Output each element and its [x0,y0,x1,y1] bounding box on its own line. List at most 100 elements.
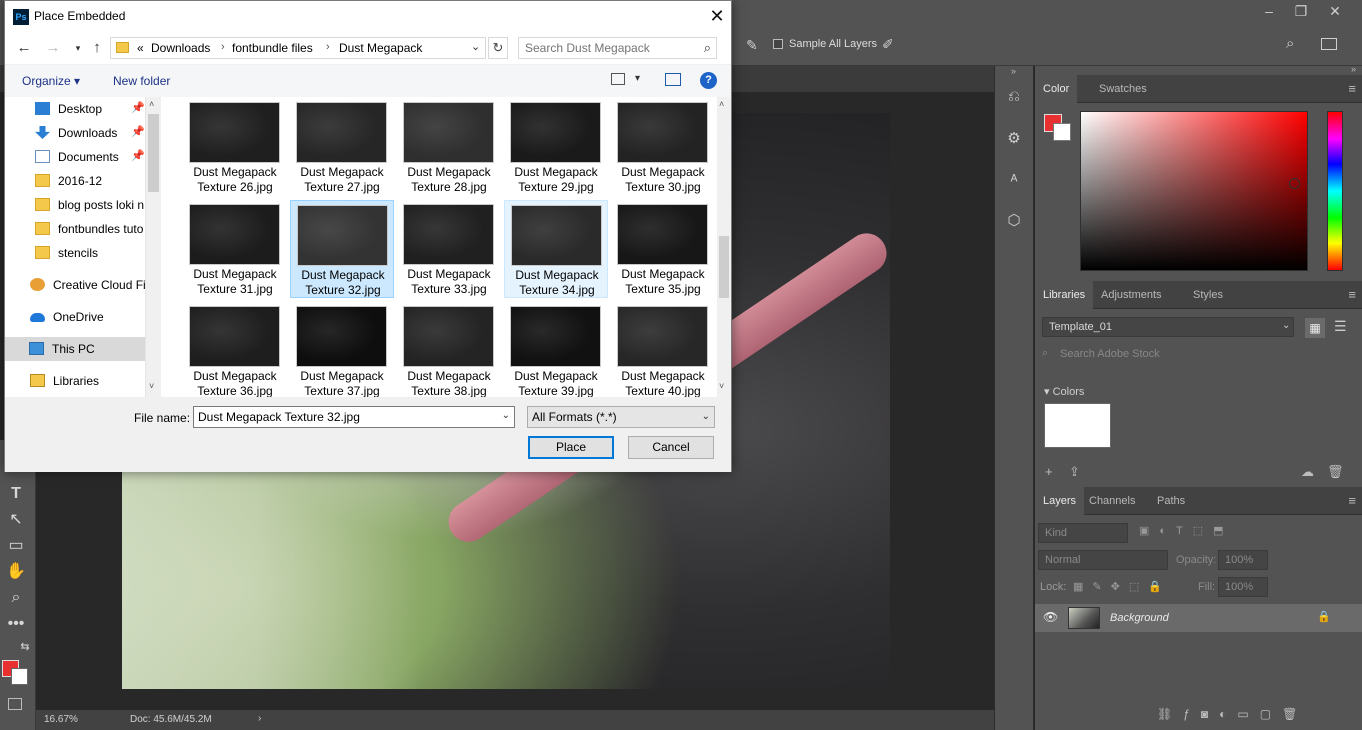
file-type-select[interactable]: All Formats (*.*) ⌄ [527,406,715,428]
swap-colors-icon[interactable]: ⇆ [14,636,36,658]
nav-item[interactable]: 2016-12 [5,169,145,193]
nav-item[interactable]: This PC [5,337,145,361]
file-item[interactable]: Dust Megapack Texture 26.jpg [183,98,287,196]
type-tool-icon[interactable]: T [5,483,27,505]
file-item[interactable]: Dust Megapack Texture 36.jpg [183,302,287,397]
preview-pane-icon[interactable] [665,73,681,86]
layer-actions-icons[interactable]: ⛓ƒ◙◐▭▢🗑 [1157,707,1308,721]
file-item[interactable]: Dust Megapack Texture 37.jpg [290,302,394,397]
sample-all-layers-checkbox[interactable] [773,39,783,49]
back-icon[interactable]: ← [13,38,35,58]
layer-filter-icons[interactable]: ▣◐T⬚⬒ [1139,524,1234,537]
breadcrumb-dust-megapack[interactable]: Dust Megapack [339,41,422,55]
tab-color[interactable]: Color [1035,75,1078,103]
status-chevron-icon[interactable]: › [258,713,261,724]
file-item[interactable]: Dust Megapack Texture 38.jpg [397,302,501,397]
layer-kind-filter[interactable]: Kind [1038,523,1128,543]
new-folder-button[interactable]: New folder [113,74,170,88]
scroll-up-icon[interactable]: ˄ [149,99,154,109]
breadcrumb-separator[interactable]: › [221,41,225,53]
tab-channels[interactable]: Channels [1081,487,1143,515]
file-item[interactable]: Dust Megapack Texture 35.jpg [611,200,715,298]
upload-icon[interactable]: ⇪ [1069,464,1080,480]
breadcrumb-separator[interactable]: › [326,41,330,53]
breadcrumb-downloads[interactable]: Downloads [151,41,210,55]
place-button[interactable]: Place [528,436,614,459]
nav-item[interactable]: Downloads 📌 [5,121,145,145]
file-item[interactable]: Dust Megapack Texture 29.jpg [504,98,608,196]
rectangle-tool-icon[interactable]: ▭ [5,535,27,557]
eye-icon[interactable]: 👁 [1043,610,1058,624]
navigation-scroll-thumb[interactable] [148,114,159,192]
cancel-button[interactable]: Cancel [628,436,714,459]
panel-menu-icon[interactable]: ≡ [1348,287,1356,302]
nav-item[interactable]: Libraries [5,369,145,393]
file-item[interactable]: Dust Megapack Texture 28.jpg [397,98,501,196]
change-view-icon[interactable] [611,73,625,85]
close-icon[interactable]: ✕ [1318,0,1352,22]
pressure-icon[interactable]: ✐ [882,36,894,53]
up-icon[interactable]: ↑ [86,38,108,58]
file-item[interactable]: Dust Megapack Texture 31.jpg [183,200,287,298]
chevron-down-icon[interactable]: ▾ [635,73,640,84]
layer-row[interactable]: 👁 Background 🔒 [1035,604,1362,632]
help-icon[interactable]: ? [700,72,717,89]
file-name-input[interactable] [198,409,488,425]
minimize-icon[interactable]: – [1252,0,1286,22]
close-icon[interactable]: ✕ [703,4,731,28]
breadcrumb-overflow[interactable]: « [137,41,144,55]
brush-sample-icon[interactable]: ✎ [746,37,758,54]
nav-item[interactable]: Creative Cloud Fil [5,273,145,297]
grid-view-icon[interactable]: ▦ [1305,318,1325,338]
lock-icons[interactable]: ▦✎✥⬚🔒 [1073,580,1171,593]
fill-field[interactable]: 100% [1218,577,1268,597]
brush-settings-icon[interactable]: ⚙ [1003,128,1025,150]
zoom-tool-icon[interactable]: ⌕ [5,587,27,609]
chevron-down-icon[interactable]: ⌄ [471,40,480,53]
quick-mask-icon[interactable] [8,698,22,710]
history-icon[interactable]: ⎌ [1003,86,1025,108]
forward-icon[interactable]: → [42,38,64,58]
nav-item[interactable]: Documents 📌 [5,145,145,169]
path-selection-icon[interactable]: ↖ [5,509,27,531]
chevron-down-icon[interactable]: ⌄ [502,410,510,421]
panel-menu-icon[interactable]: ≡ [1348,81,1356,96]
color-picker-field[interactable] [1080,111,1308,271]
file-name-field[interactable]: ⌄ [193,406,515,428]
file-item[interactable]: Dust Megapack Texture 30.jpg [611,98,715,196]
opacity-field[interactable]: 100% [1218,550,1268,570]
search-icon[interactable]: ⌕ [1286,35,1294,52]
restore-icon[interactable]: ❐ [1284,0,1318,22]
file-item[interactable]: Dust Megapack Texture 34.jpg [504,200,608,298]
color-background-swatch[interactable] [1053,123,1071,141]
tab-paths[interactable]: Paths [1149,487,1193,515]
expand-icon[interactable]: » [1351,64,1356,74]
character-icon[interactable]: ᴬ [1003,170,1025,192]
search-input[interactable] [525,40,695,56]
library-select[interactable]: Template_01 [1042,317,1294,337]
add-icon[interactable]: + [1045,464,1053,479]
scroll-up-icon[interactable]: ˄ [719,99,724,109]
file-item[interactable]: Dust Megapack Texture 33.jpg [397,200,501,298]
scroll-down-icon[interactable]: ˅ [149,381,154,391]
file-scroll-thumb[interactable] [719,236,729,298]
layer-name[interactable]: Background [1110,612,1169,624]
background-color-swatch[interactable] [11,668,28,685]
tab-swatches[interactable]: Swatches [1091,75,1155,103]
panel-menu-icon[interactable]: ≡ [1348,493,1356,508]
more-tools-icon[interactable]: ••• [5,613,27,635]
refresh-icon[interactable]: ↻ [488,37,508,59]
colors-section-header[interactable]: ▾ Colors [1044,385,1084,398]
organize-menu[interactable]: Organize ▾ [22,74,80,88]
address-bar[interactable]: « Downloads › fontbundle files › Dust Me… [110,37,486,59]
workspace-icon[interactable] [1321,38,1337,50]
tab-adjustments[interactable]: Adjustments [1093,281,1170,309]
blend-mode-select[interactable]: Normal [1038,550,1168,570]
nav-item[interactable]: blog posts loki n [5,193,145,217]
tab-layers[interactable]: Layers [1035,487,1085,515]
file-item[interactable]: Dust Megapack Texture 32.jpg [290,200,394,298]
zoom-level[interactable]: 16.67% [44,714,78,725]
color-picker-marker[interactable] [1289,178,1300,189]
hand-tool-icon[interactable]: ✋ [5,561,27,583]
hue-slider[interactable] [1327,111,1343,271]
